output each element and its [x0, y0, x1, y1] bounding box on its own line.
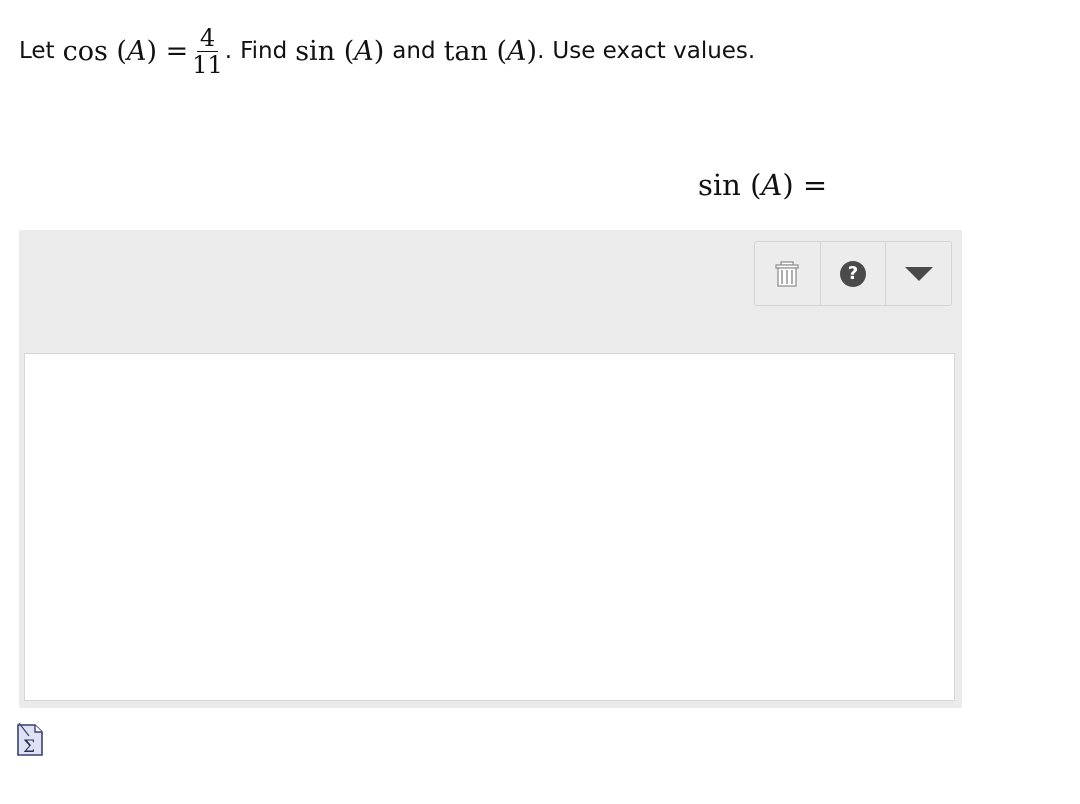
- tan-function: tan: [443, 35, 488, 67]
- cos-expression: cos (A) =: [62, 35, 189, 67]
- sin-answer-label: sin (A) =: [698, 168, 828, 202]
- problem-intro: Let: [19, 38, 55, 64]
- sin-function: sin: [295, 35, 336, 67]
- caret-down-icon: [904, 266, 933, 281]
- equation-editor-button[interactable]: Σ: [17, 722, 43, 757]
- options-dropdown-button[interactable]: [886, 242, 951, 305]
- sin-variable: A: [354, 35, 374, 67]
- fraction-denominator: 11: [192, 51, 223, 79]
- math-editor-panel: ?: [19, 230, 962, 708]
- instruction-text: Use exact values.: [552, 38, 756, 64]
- cos-function: cos: [62, 35, 108, 67]
- answer-variable: A: [761, 168, 783, 202]
- tan-expression: tan (A): [443, 35, 538, 67]
- fraction-numerator: 4: [196, 25, 219, 52]
- and-word: and: [392, 38, 436, 64]
- clear-button[interactable]: [755, 242, 821, 305]
- help-button[interactable]: ?: [821, 242, 887, 305]
- problem-period: .: [224, 38, 233, 64]
- sigma-icon: Σ: [17, 722, 43, 757]
- tan-variable: A: [507, 35, 527, 67]
- editor-toolbar: ?: [754, 241, 952, 306]
- trash-icon: [775, 260, 799, 287]
- sin-expression: sin (A): [295, 35, 385, 67]
- help-icon: ?: [840, 260, 866, 287]
- equals-sign: =: [165, 35, 189, 67]
- find-word: Find: [240, 38, 288, 64]
- cos-variable: A: [126, 35, 147, 67]
- cos-fraction: 4 11: [192, 25, 223, 79]
- svg-text:Σ: Σ: [23, 737, 35, 756]
- tan-period: .: [537, 38, 545, 64]
- answer-function: sin: [698, 168, 741, 202]
- answer-input[interactable]: [24, 353, 955, 701]
- answer-equals: =: [802, 168, 828, 202]
- problem-statement: Let cos (A) = 4 11 . Find sin (A) and ta…: [19, 18, 755, 84]
- question-page: Let cos (A) = 4 11 . Find sin (A) and ta…: [0, 0, 1080, 804]
